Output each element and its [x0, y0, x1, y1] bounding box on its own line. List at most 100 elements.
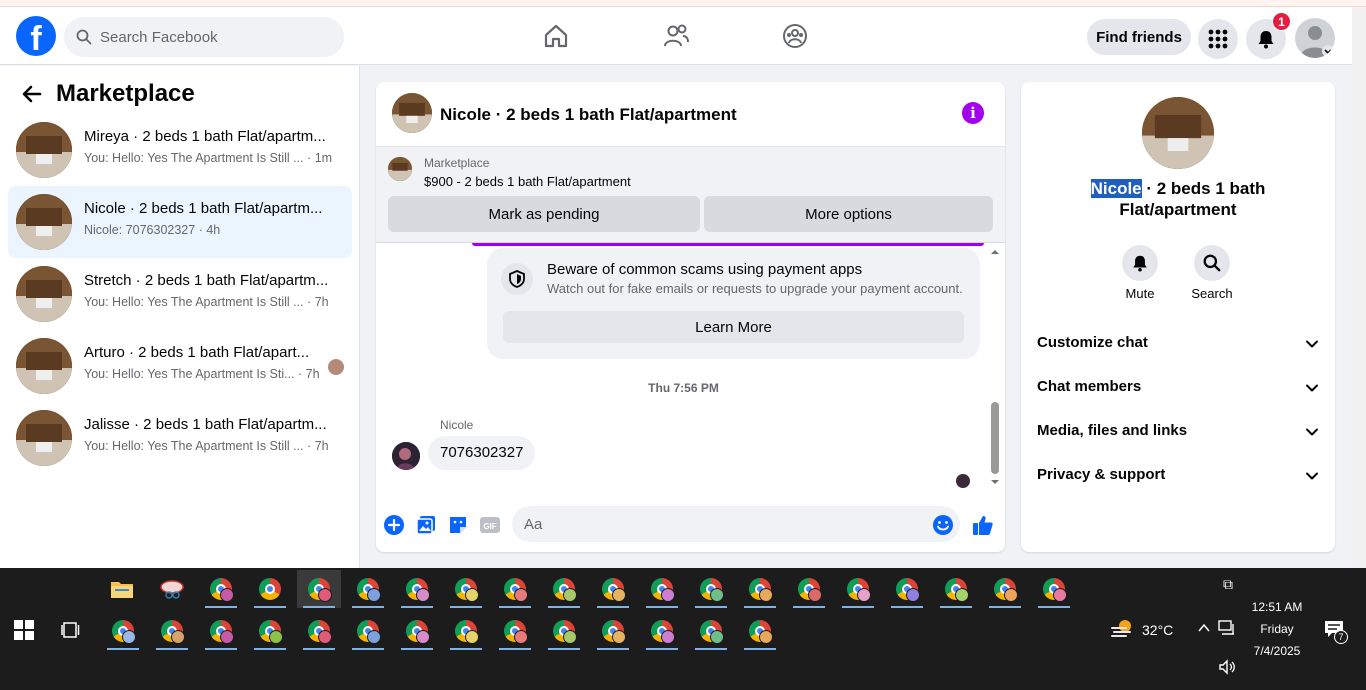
- message-bubble[interactable]: 7076302327: [428, 436, 536, 470]
- chrome-taskbar-item[interactable]: [640, 612, 684, 650]
- info-icon[interactable]: i: [962, 102, 984, 124]
- chrome-taskbar-item[interactable]: [738, 612, 782, 650]
- chrome-taskbar-item[interactable]: [493, 612, 537, 650]
- menu-button[interactable]: [1198, 19, 1238, 59]
- sender-avatar[interactable]: [392, 442, 420, 470]
- chrome-profile-avatar: [416, 630, 430, 644]
- volume-icon[interactable]: [1218, 659, 1236, 675]
- chrome-taskbar-item[interactable]: [346, 612, 390, 650]
- gif-icon[interactable]: GIF: [479, 514, 501, 536]
- sticker-icon[interactable]: [447, 514, 469, 536]
- home-icon[interactable]: [542, 22, 570, 50]
- grid-menu-icon: [1208, 29, 1228, 49]
- photo-icon[interactable]: [415, 514, 437, 536]
- snipping-tool-taskbar-item[interactable]: [150, 570, 194, 608]
- clock-day[interactable]: Friday: [1244, 622, 1310, 636]
- chrome-taskbar-item[interactable]: [199, 612, 243, 650]
- chrome-taskbar-item[interactable]: [199, 570, 243, 608]
- search-box[interactable]: [64, 17, 344, 57]
- more-options-button[interactable]: More options: [704, 196, 993, 232]
- chrome-taskbar-item[interactable]: [248, 612, 292, 650]
- network-icon[interactable]: [1218, 620, 1236, 636]
- weather-temperature[interactable]: 32°C: [1142, 622, 1173, 638]
- back-arrow-icon[interactable]: [20, 82, 44, 106]
- media-files-links-row[interactable]: Media, files and links: [1029, 411, 1327, 451]
- search-action[interactable]: Search: [1182, 245, 1242, 301]
- chat-scroll-thumb[interactable]: [991, 402, 999, 474]
- conversation-item[interactable]: Arturo · 2 beds 1 bath Flat/apart... You…: [8, 330, 352, 402]
- listing-thumbnail-small[interactable]: [388, 157, 412, 181]
- conversation-item-active[interactable]: Nicole · 2 beds 1 bath Flat/apartm... Ni…: [8, 186, 352, 258]
- like-thumbs-up-icon[interactable]: [972, 514, 994, 536]
- chrome-taskbar-item[interactable]: [297, 612, 341, 650]
- weather-icon[interactable]: [1110, 618, 1136, 640]
- file-explorer-taskbar-item[interactable]: [100, 570, 144, 608]
- chrome-taskbar-item[interactable]: [640, 570, 684, 608]
- chrome-taskbar-item[interactable]: [395, 570, 439, 608]
- task-view-icon[interactable]: [61, 620, 81, 640]
- mark-as-pending-button[interactable]: Mark as pending: [388, 196, 700, 232]
- scroll-down-icon[interactable]: [989, 477, 1001, 487]
- chrome-taskbar-item[interactable]: [738, 570, 782, 608]
- search-input[interactable]: [100, 28, 320, 46]
- chrome-taskbar-item[interactable]: [934, 570, 978, 608]
- chat-members-row[interactable]: Chat members: [1029, 367, 1327, 407]
- running-indicator: [450, 648, 482, 650]
- listing-thumbnail: [16, 410, 72, 466]
- customize-chat-row[interactable]: Customize chat: [1029, 323, 1327, 363]
- conversation-item[interactable]: Mireya · 2 beds 1 bath Flat/apartm... Yo…: [8, 114, 352, 186]
- chrome-taskbar-item[interactable]: [150, 612, 194, 650]
- chrome-taskbar-item[interactable]: [101, 612, 145, 650]
- chrome-profile-avatar: [122, 630, 136, 644]
- chrome-taskbar-item[interactable]: [297, 570, 341, 608]
- page-scrollbar[interactable]: [1352, 7, 1366, 568]
- chrome-profile-avatar: [612, 630, 626, 644]
- chrome-taskbar-item[interactable]: [836, 570, 880, 608]
- chat-listing-photo[interactable]: [1142, 97, 1214, 169]
- chrome-taskbar-item[interactable]: [346, 570, 390, 608]
- plus-circle-icon[interactable]: [383, 514, 405, 536]
- groups-icon[interactable]: [781, 22, 809, 50]
- account-avatar[interactable]: [1295, 18, 1335, 58]
- emoji-icon[interactable]: [932, 514, 954, 536]
- windows-start-icon[interactable]: [14, 620, 34, 640]
- friends-icon[interactable]: [662, 22, 690, 50]
- action-center-badge: 7: [1334, 630, 1348, 644]
- chevron-up-icon[interactable]: [1197, 622, 1211, 634]
- chrome-taskbar-item[interactable]: [591, 612, 635, 650]
- chrome-taskbar-item[interactable]: [444, 570, 488, 608]
- running-indicator: [548, 606, 580, 608]
- chrome-taskbar-item[interactable]: [542, 570, 586, 608]
- chrome-taskbar-item[interactable]: [983, 570, 1027, 608]
- find-friends-button[interactable]: Find friends: [1087, 19, 1191, 55]
- page-title: Marketplace: [56, 80, 195, 107]
- chrome-taskbar-item[interactable]: [248, 570, 292, 608]
- scroll-up-icon[interactable]: [989, 247, 1001, 257]
- learn-more-button[interactable]: Learn More: [503, 311, 964, 343]
- chat-title[interactable]: Nicole · 2 beds 1 bath Flat/apartment: [440, 105, 737, 125]
- facebook-logo[interactable]: f: [16, 16, 56, 56]
- chrome-taskbar-item[interactable]: [689, 612, 733, 650]
- conversation-item[interactable]: Jalisse · 2 beds 1 bath Flat/apartm... Y…: [8, 402, 352, 474]
- mute-action[interactable]: Mute: [1110, 245, 1170, 301]
- chrome-taskbar-item[interactable]: [787, 570, 831, 608]
- chrome-profile-avatar: [1053, 588, 1067, 602]
- chrome-taskbar-item[interactable]: [542, 612, 586, 650]
- chrome-taskbar-item[interactable]: [885, 570, 929, 608]
- clock-date[interactable]: 7/4/2025: [1244, 644, 1310, 658]
- meet-now-icon[interactable]: ⧉: [1216, 576, 1240, 593]
- privacy-support-row[interactable]: Privacy & support: [1029, 455, 1327, 495]
- chrome-taskbar-item[interactable]: [689, 570, 733, 608]
- listing-price[interactable]: $900 - 2 beds 1 bath Flat/apartment: [424, 174, 631, 189]
- chrome-taskbar-item[interactable]: [444, 612, 488, 650]
- chrome-taskbar-item[interactable]: [591, 570, 635, 608]
- default-avatar-icon: [1300, 26, 1334, 58]
- message-input[interactable]: [512, 506, 960, 542]
- chevron-down-icon: [1306, 340, 1318, 348]
- conversation-item[interactable]: Stretch · 2 beds 1 bath Flat/apartm... Y…: [8, 258, 352, 330]
- clock-time[interactable]: 12:51 AM: [1244, 600, 1310, 614]
- chrome-taskbar-item[interactable]: [1032, 570, 1076, 608]
- chrome-taskbar-item[interactable]: [395, 612, 439, 650]
- chrome-taskbar-item[interactable]: [493, 570, 537, 608]
- chat-listing-thumbnail[interactable]: [392, 93, 432, 133]
